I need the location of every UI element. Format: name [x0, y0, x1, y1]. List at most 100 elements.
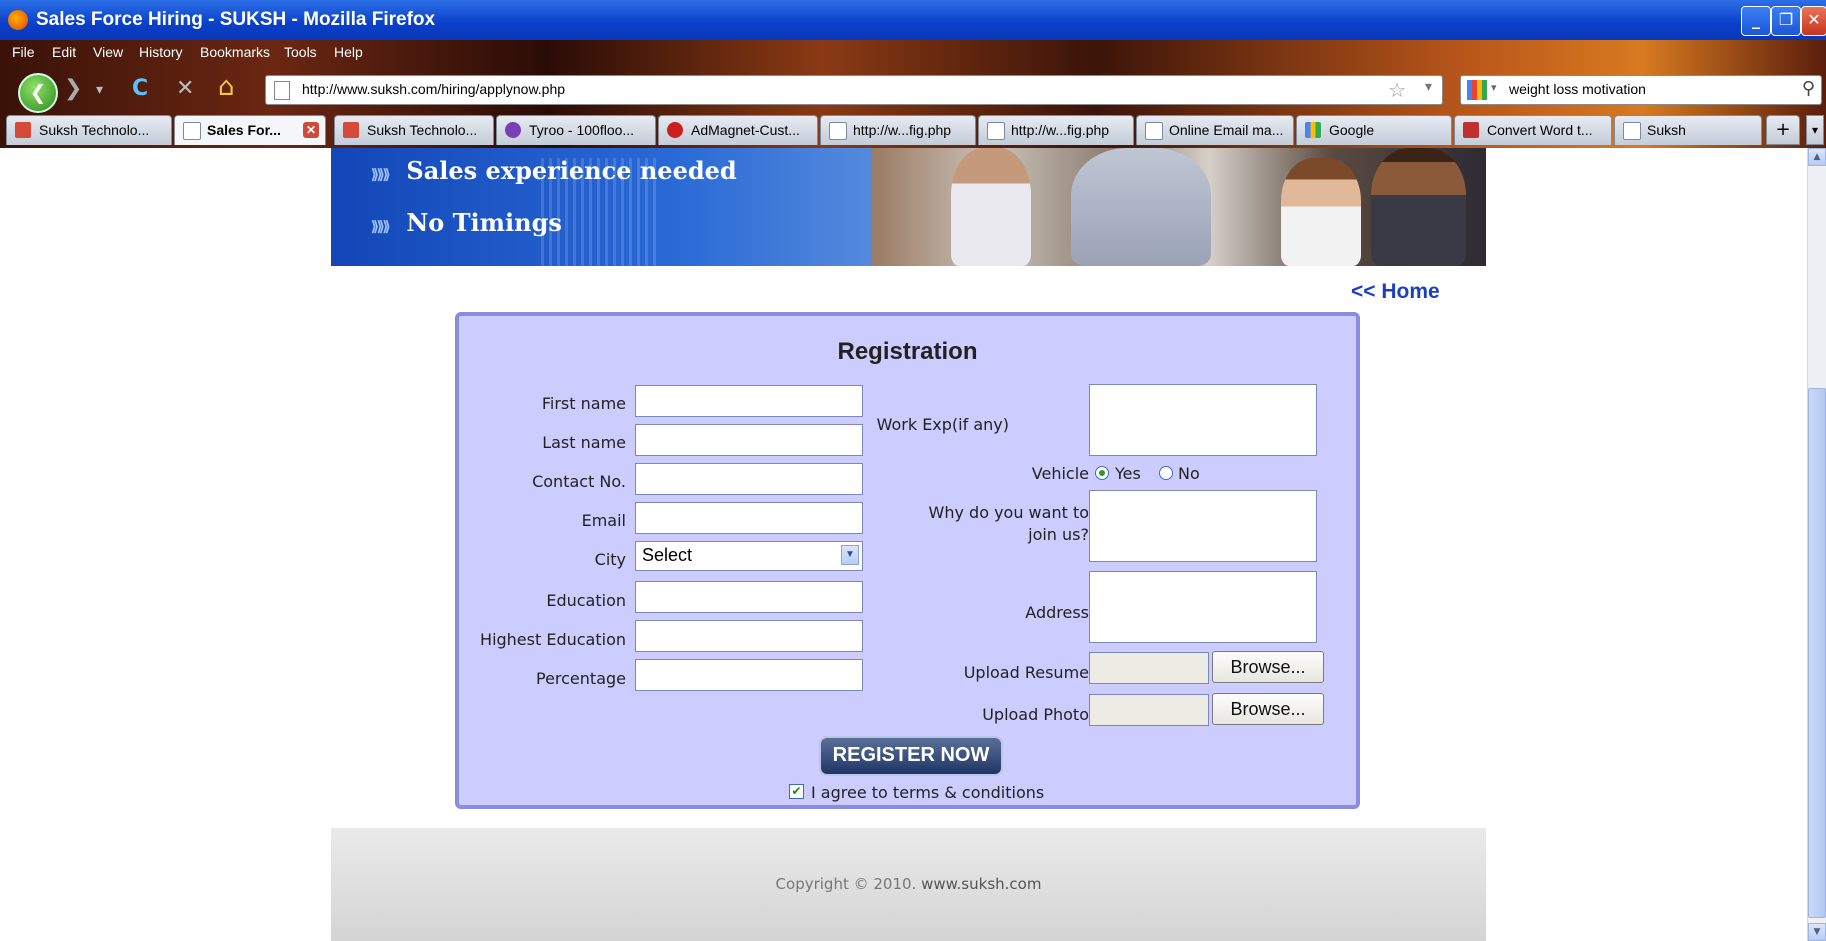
google-icon [1305, 122, 1321, 138]
education-input[interactable] [635, 581, 863, 613]
highest-education-input[interactable] [635, 620, 863, 652]
tab-admagnet[interactable]: AdMagnet-Cust... [658, 115, 818, 145]
bookmark-star-icon[interactable]: ☆ [1388, 78, 1406, 102]
search-icon[interactable]: ⚲ [1802, 78, 1815, 99]
back-arrow-icon: ❮ [29, 80, 47, 104]
upload-resume-label: Upload Resume [963, 663, 1089, 682]
tab-suksh-technologies-2[interactable]: Suksh Technolo... [334, 115, 494, 145]
menu-bookmarks[interactable]: Bookmarks [200, 44, 270, 60]
upload-resume-path-input[interactable] [1089, 652, 1209, 684]
tab-label: Suksh [1647, 122, 1686, 138]
stop-icon[interactable]: ✕ [176, 76, 194, 101]
page-icon [1623, 122, 1641, 140]
page-footer: Copyright © 2010. www.suksh.com [331, 828, 1486, 941]
chevron-icon: ⟫⟫⟫ [371, 167, 390, 183]
vehicle-yes-label: Yes [1115, 464, 1141, 483]
url-bar[interactable]: http://www.suksh.com/hiring/applynow.php… [265, 75, 1443, 105]
tab-suksh-technologies-1[interactable]: Suksh Technolo... [6, 115, 172, 145]
email-input[interactable] [635, 502, 863, 534]
tab-suksh[interactable]: Suksh [1614, 115, 1762, 145]
first-name-label: First name [541, 394, 626, 413]
firefox-icon [8, 10, 28, 30]
maximize-button[interactable]: ❐ [1771, 6, 1801, 36]
tab-convert-word[interactable]: Convert Word t... [1454, 115, 1612, 145]
menu-help[interactable]: Help [334, 44, 363, 60]
register-now-button[interactable]: REGISTER NOW [819, 736, 1003, 776]
upload-photo-browse-button[interactable]: Browse... [1212, 693, 1324, 725]
upload-resume-browse-button[interactable]: Browse... [1212, 651, 1324, 683]
tab-fig-php-1[interactable]: http://w...fig.php [820, 115, 976, 145]
close-button[interactable]: ✕ [1801, 6, 1826, 36]
upload-photo-path-input[interactable] [1089, 694, 1209, 726]
chevron-down-icon[interactable]: ▼ [841, 545, 859, 565]
menu-file[interactable]: File [12, 44, 35, 60]
minimize-button[interactable]: _ [1741, 6, 1771, 36]
address-textarea[interactable] [1089, 571, 1317, 643]
reload-icon[interactable]: C [132, 76, 148, 101]
menu-tools[interactable]: Tools [284, 44, 317, 60]
person-figure [1371, 148, 1466, 266]
url-dropdown-icon[interactable]: ▾ [1425, 79, 1432, 95]
search-bar[interactable]: ▾ weight loss motivation ⚲ [1460, 75, 1822, 105]
contact-no-label: Contact No. [532, 472, 626, 491]
search-engine-dropdown-icon[interactable]: ▾ [1491, 81, 1497, 94]
new-tab-button[interactable]: + [1766, 115, 1800, 145]
why-join-label-line1: Why do you want to [928, 503, 1089, 522]
gmail-icon [343, 122, 359, 138]
city-select[interactable]: Select ▼ [635, 541, 863, 571]
tab-label: http://w...fig.php [1011, 122, 1110, 138]
work-exp-textarea[interactable] [1089, 384, 1317, 456]
menu-view[interactable]: View [93, 44, 123, 60]
vehicle-yes-radio[interactable] [1095, 466, 1109, 480]
copyright-text: Copyright © 2010. www.suksh.com [331, 875, 1486, 893]
admagnet-icon [667, 122, 683, 138]
menu-history[interactable]: History [139, 44, 183, 60]
why-join-textarea[interactable] [1089, 490, 1317, 562]
home-link[interactable]: << Home [1351, 280, 1440, 304]
banner-line-2: ⟫⟫⟫ No Timings [371, 208, 562, 237]
gmail-icon [15, 122, 31, 138]
scroll-down-icon[interactable]: ▼ [1808, 923, 1826, 941]
search-input[interactable]: weight loss motivation [1509, 81, 1646, 97]
footer-site-link[interactable]: www.suksh.com [921, 875, 1041, 893]
tab-sales-force-active[interactable]: Sales For... ✕ [174, 115, 326, 145]
banner-team-photo [871, 148, 1486, 266]
percentage-input[interactable] [635, 659, 863, 691]
menu-edit[interactable]: Edit [52, 44, 76, 60]
vehicle-no-radio[interactable] [1159, 466, 1173, 480]
tab-fig-php-2[interactable]: http://w...fig.php [978, 115, 1134, 145]
tab-online-email[interactable]: Online Email ma... [1136, 115, 1294, 145]
window-title-bar: Sales Force Hiring - SUKSH - Mozilla Fir… [0, 0, 1826, 40]
agree-checkbox[interactable]: ✔ [789, 784, 804, 799]
percentage-label: Percentage [535, 669, 626, 688]
back-button[interactable]: ❮ [18, 73, 58, 113]
last-name-input[interactable] [635, 424, 863, 456]
page-icon [1145, 122, 1163, 140]
last-name-label: Last name [542, 433, 626, 452]
tab-list-dropdown-icon[interactable]: ▾ [1806, 115, 1824, 145]
address-label: Address [1025, 603, 1089, 622]
history-dropdown-icon[interactable]: ▾ [96, 82, 103, 98]
tab-google[interactable]: Google [1296, 115, 1452, 145]
scrollbar-thumb[interactable] [1808, 388, 1826, 918]
page-icon [183, 122, 201, 140]
banner-line-1: ⟫⟫⟫ Sales experience needed [371, 156, 737, 185]
first-name-input[interactable] [635, 385, 863, 417]
person-figure [1281, 158, 1361, 266]
home-icon[interactable]: ⌂ [218, 72, 235, 102]
why-join-label-line2: join us? [1028, 525, 1089, 544]
forward-icon[interactable]: ❯ [64, 76, 82, 101]
page-icon [829, 122, 847, 140]
url-text[interactable]: http://www.suksh.com/hiring/applynow.php [302, 81, 565, 97]
tab-tyroo[interactable]: Tyroo - 100floo... [496, 115, 656, 145]
scroll-up-icon[interactable]: ▲ [1808, 148, 1826, 166]
google-search-engine-icon[interactable] [1467, 80, 1487, 100]
highest-education-label: Highest Education [480, 630, 626, 649]
hiring-banner: ⟫⟫⟫ Sales experience needed ⟫⟫⟫ No Timings [331, 148, 1486, 266]
tab-close-icon[interactable]: ✕ [303, 122, 319, 138]
vehicle-label: Vehicle [1031, 464, 1089, 483]
contact-no-input[interactable] [635, 463, 863, 495]
vertical-scrollbar[interactable]: ▲ ▼ [1807, 148, 1826, 941]
city-select-value: Select [642, 545, 693, 565]
banner-line-1-text: Sales experience needed [406, 156, 737, 185]
